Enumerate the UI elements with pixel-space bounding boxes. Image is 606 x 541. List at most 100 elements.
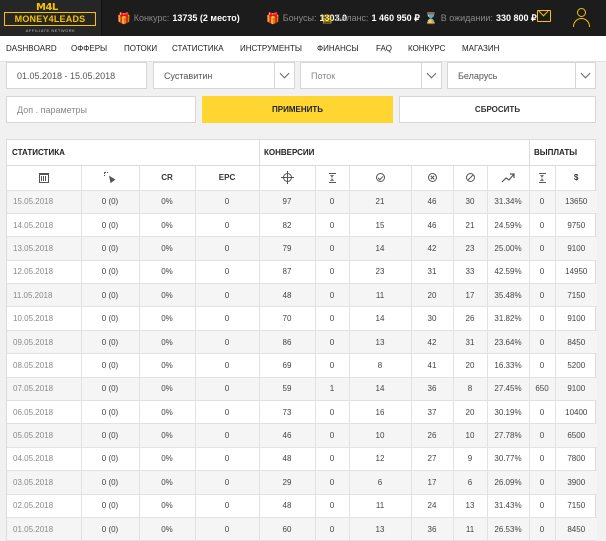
- cell-date: 15.05.2018: [7, 190, 82, 214]
- extra-params-input[interactable]: Доп . параметры: [6, 96, 196, 123]
- cell-payout-hold: 0: [529, 447, 556, 472]
- cell-payout-hold: 0: [529, 330, 556, 355]
- cell-payout-sum: 9100: [555, 236, 597, 261]
- cell-payout-hold: 0: [529, 494, 556, 518]
- table-section-headers: СТАТИСТИКА КОНВЕРСИИ ВЫПЛАТЫ: [7, 140, 597, 166]
- cell-epc: 0: [195, 283, 260, 308]
- col-payout-sum[interactable]: $: [555, 166, 597, 191]
- nav-item-dashboard[interactable]: DASHBOARD: [6, 44, 57, 53]
- cell-trash: 26: [453, 306, 488, 331]
- cell-clicks: 0 (0): [81, 283, 140, 308]
- cell-trash: 30: [453, 190, 488, 214]
- x-circle-icon: [427, 173, 437, 183]
- col-total-conversions[interactable]: [259, 166, 316, 191]
- cell-rejected: 46: [411, 213, 454, 238]
- cell-approve-rate: 31.43%: [487, 494, 530, 518]
- cell-hold: 0: [315, 447, 350, 472]
- cell-epc: 0: [195, 260, 260, 285]
- cell-rejected: 31: [411, 260, 454, 285]
- cell-trash: 20: [453, 400, 488, 425]
- balance-stat[interactable]: ▤ Баланс: 1 460 950 ₽: [322, 11, 420, 25]
- cell-cr: 0%: [139, 470, 196, 495]
- balance-label: Баланс:: [335, 13, 369, 23]
- cell-payout-sum: 7150: [555, 283, 597, 308]
- offer-select[interactable]: Суставитин: [153, 62, 295, 89]
- cell-hold: 0: [315, 190, 350, 214]
- col-approve-rate[interactable]: [487, 166, 530, 191]
- logo[interactable]: M4L MONEY4LEADS AFFILIATE NETWORK: [0, 0, 102, 36]
- cell-approved: 13: [349, 330, 412, 355]
- cell-date: 01.05.2018: [7, 517, 82, 541]
- flow-select-chevron-box: [421, 63, 441, 88]
- country-select[interactable]: Беларусь: [447, 62, 596, 89]
- cell-payout-hold: 0: [529, 470, 556, 495]
- offer-select-chevron-box: [274, 63, 294, 88]
- cell-date: 14.05.2018: [7, 213, 82, 238]
- col-cr[interactable]: CR: [139, 166, 196, 191]
- user-icon[interactable]: [573, 8, 591, 28]
- cell-payout-sum: 7150: [555, 494, 597, 518]
- nav-item-faq[interactable]: FAQ: [376, 44, 392, 53]
- table-row: 08.05.2018 0 (0) 0% 0 69 0 8 41 20 16.33% 0 5200: [7, 353, 597, 378]
- col-payout-hold[interactable]: [529, 166, 556, 191]
- date-range-field[interactable]: 01.05.2018 - 15.05.2018: [6, 62, 147, 89]
- contest-stat[interactable]: 🎁 Конкурс: 13735 (2 место): [117, 11, 240, 25]
- cell-payout-sum: 3900: [555, 470, 597, 495]
- col-trash[interactable]: [453, 166, 488, 191]
- cell-approve-rate: 31.34%: [487, 190, 530, 214]
- cell-total: 69: [259, 353, 316, 378]
- cell-epc: 0: [195, 517, 260, 541]
- cell-payout-sum: 6500: [555, 423, 597, 448]
- reset-button[interactable]: СБРОСИТЬ: [399, 96, 596, 123]
- cell-cr: 0%: [139, 283, 196, 308]
- col-date[interactable]: [7, 166, 82, 191]
- cell-approve-rate: 26.53%: [487, 517, 530, 541]
- cell-rejected: 42: [411, 236, 454, 261]
- cell-trash: 8: [453, 377, 488, 402]
- cell-total: 82: [259, 213, 316, 238]
- pending-stat[interactable]: ⌛ В ожидании: 330 800 ₽: [424, 11, 537, 25]
- col-clicks[interactable]: [81, 166, 140, 191]
- cell-approved: 14: [349, 306, 412, 331]
- cell-epc: 0: [195, 447, 260, 472]
- mail-icon[interactable]: [537, 10, 551, 22]
- cell-approved: 13: [349, 517, 412, 541]
- col-epc[interactable]: EPC: [195, 166, 260, 191]
- flow-select[interactable]: Поток: [300, 62, 442, 89]
- cell-hold: 0: [315, 330, 350, 355]
- cell-clicks: 0 (0): [81, 447, 140, 472]
- col-approved[interactable]: [349, 166, 412, 191]
- cell-total: 73: [259, 400, 316, 425]
- cell-cr: 0%: [139, 377, 196, 402]
- col-hold[interactable]: [315, 166, 350, 191]
- cell-payout-sum: 9750: [555, 213, 597, 238]
- cell-approve-rate: 31.82%: [487, 306, 530, 331]
- table-row: 12.05.2018 0 (0) 0% 0 87 0 23 31 33 42.59% 0 14950: [7, 260, 597, 285]
- cell-clicks: 0 (0): [81, 213, 140, 238]
- top-bar: M4L MONEY4LEADS AFFILIATE NETWORK 🎁 Конку…: [0, 0, 606, 36]
- nav-item-offers[interactable]: ОФФЕРЫ: [71, 44, 107, 53]
- cell-date: 10.05.2018: [7, 306, 82, 331]
- nav-item-flows[interactable]: ПОТОКИ: [124, 44, 157, 53]
- pending-value: 330 800 ₽: [495, 13, 537, 23]
- cell-payout-hold: 0: [529, 517, 556, 541]
- nav-item-statistics[interactable]: СТАТИСТИКА: [172, 44, 224, 53]
- nav-item-contest[interactable]: КОНКУРС: [408, 44, 445, 53]
- cell-clicks: 0 (0): [81, 494, 140, 518]
- cell-approved: 11: [349, 494, 412, 518]
- nav-item-finance[interactable]: ФИНАНСЫ: [317, 44, 359, 53]
- cell-clicks: 0 (0): [81, 330, 140, 355]
- cell-trash: 17: [453, 283, 488, 308]
- col-rejected[interactable]: [411, 166, 454, 191]
- nav-item-shop[interactable]: МАГАЗИН: [462, 44, 499, 53]
- table-row: 04.05.2018 0 (0) 0% 0 48 0 12 27 9 30.77% 0 7800: [7, 447, 597, 472]
- cell-clicks: 0 (0): [81, 260, 140, 285]
- apply-button[interactable]: ПРИМЕНИТЬ: [202, 96, 393, 123]
- cell-rejected: 42: [411, 330, 454, 355]
- chevron-down-icon: [426, 70, 437, 81]
- cell-rejected: 17: [411, 470, 454, 495]
- nav-item-tools[interactable]: ИНСТРУМЕНТЫ: [240, 44, 302, 53]
- trend-up-icon: [501, 173, 515, 183]
- cell-approve-rate: 30.19%: [487, 400, 530, 425]
- table-row: 14.05.2018 0 (0) 0% 0 82 0 15 46 21 24.59% 0 9750: [7, 213, 597, 238]
